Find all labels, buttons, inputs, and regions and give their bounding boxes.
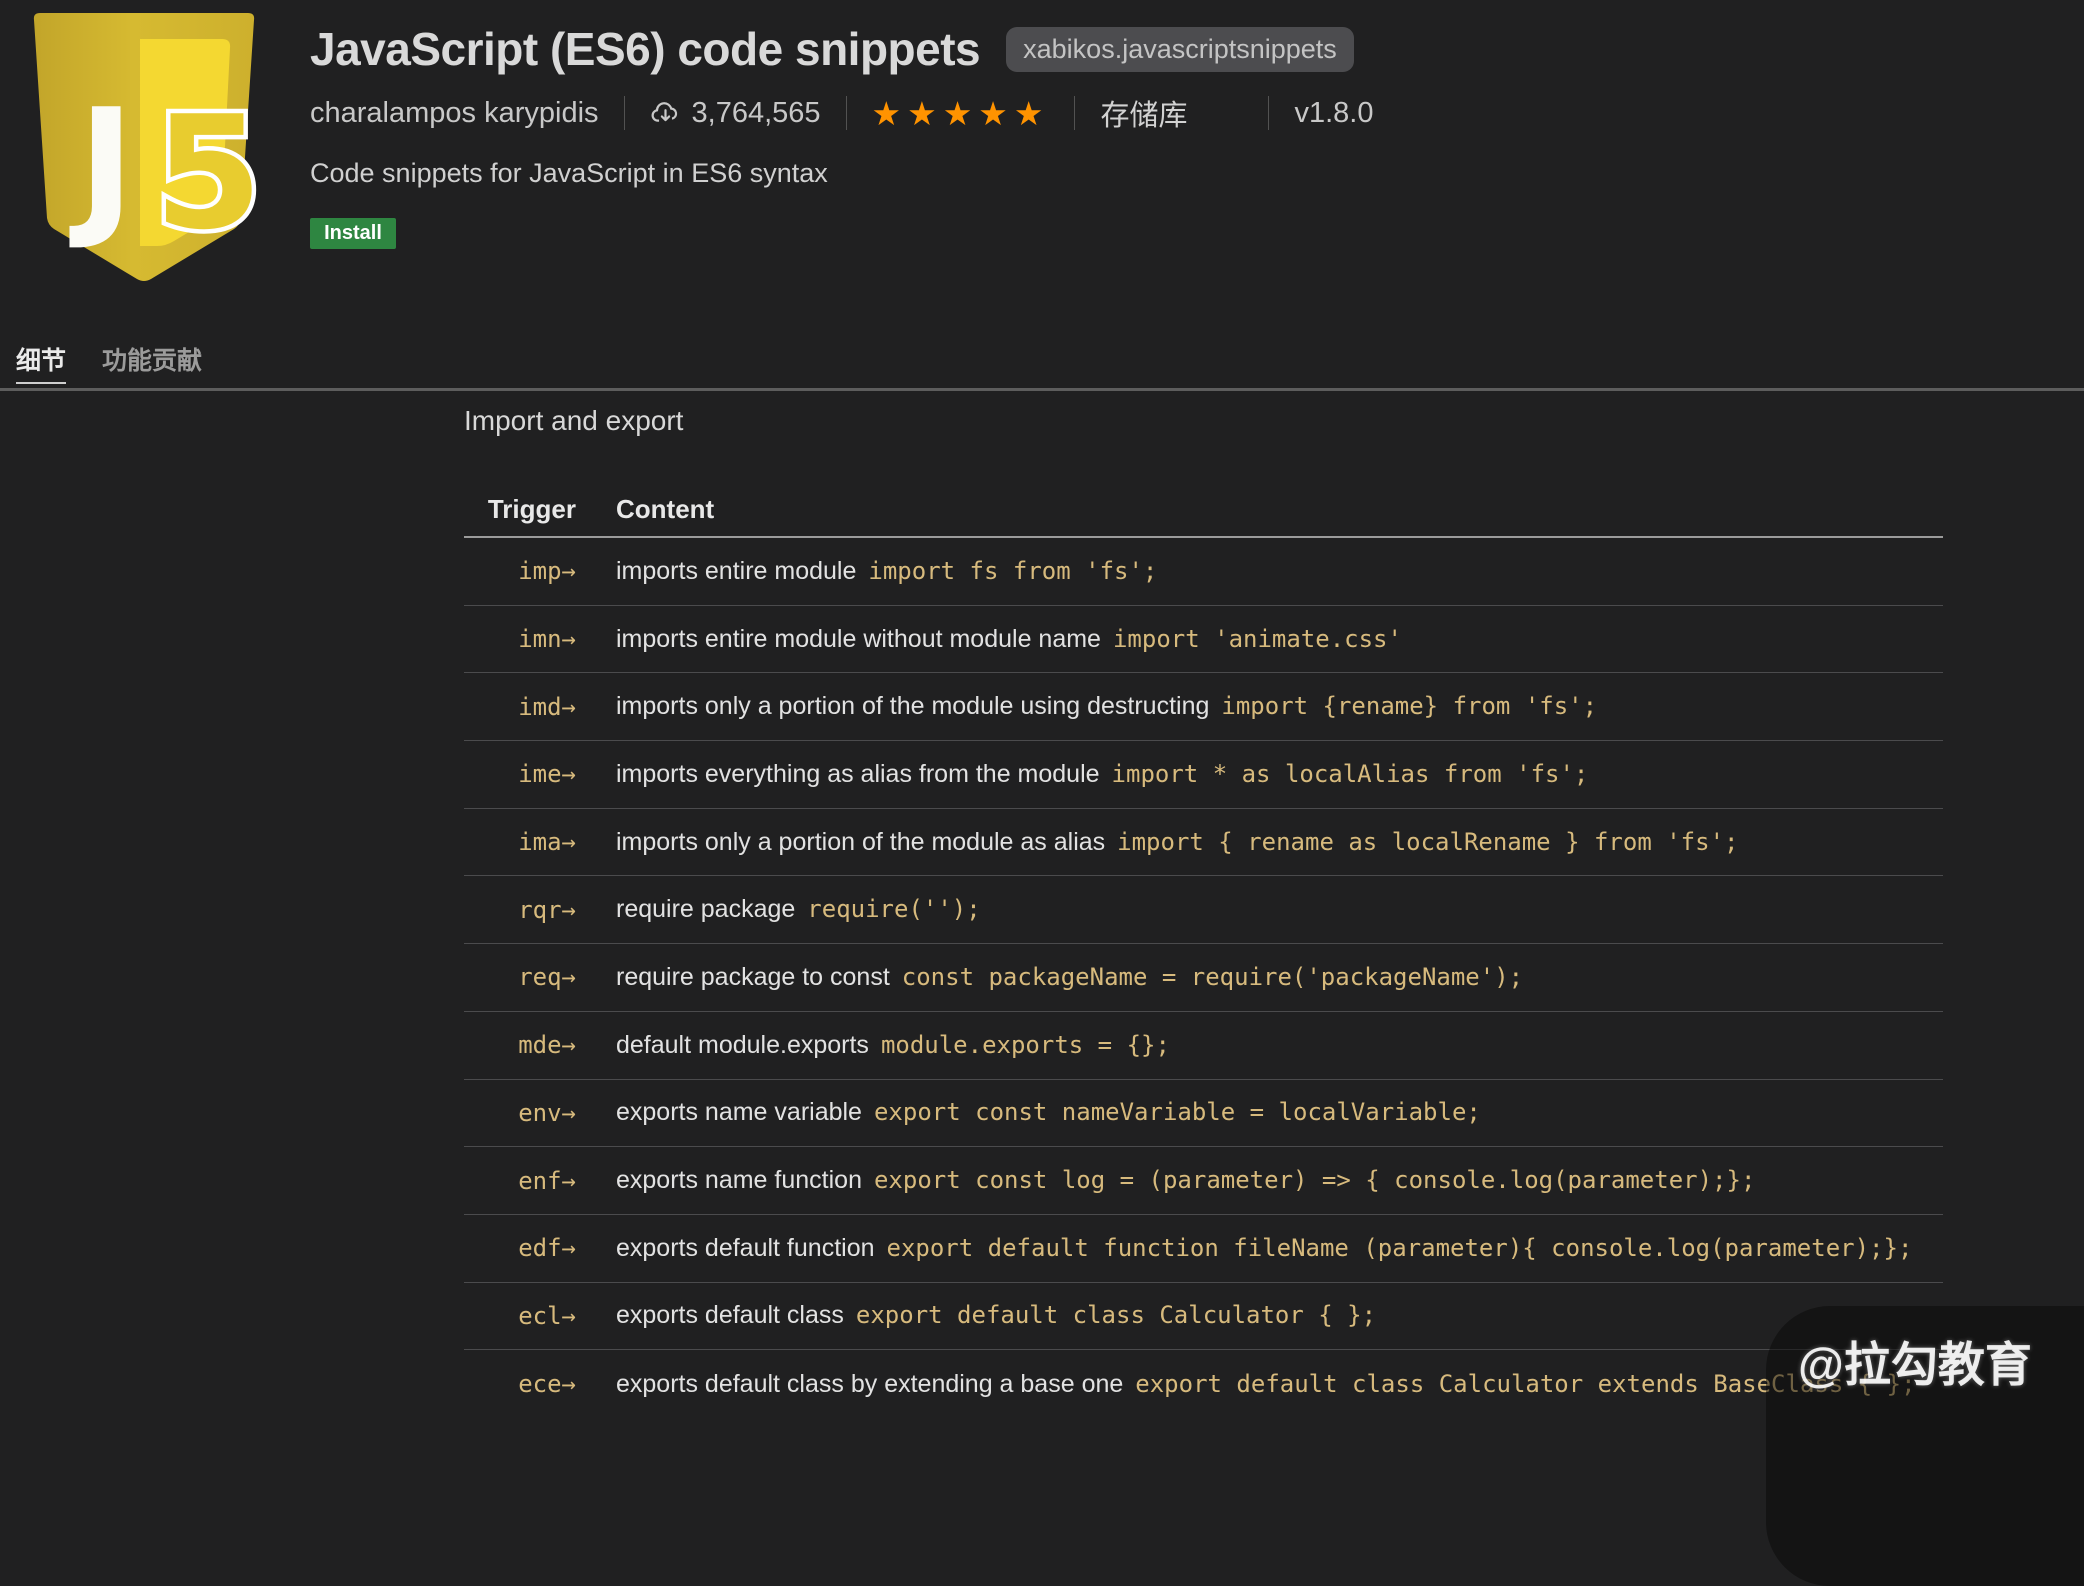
section-title: Import and export (464, 405, 684, 436)
row-trigger: mde→ (518, 1031, 576, 1060)
table-header-row: Trigger Content (464, 482, 1943, 538)
cloud-download-icon (651, 101, 677, 122)
row-trigger: ecl→ (518, 1301, 576, 1330)
row-trigger: imd→ (518, 692, 576, 721)
row-description: imports entire module (616, 556, 857, 585)
row-code: export default class Calculator { }; (855, 1301, 1377, 1330)
row-description: exports default function (616, 1233, 875, 1262)
row-description: require package (616, 895, 796, 924)
row-content: require package require(''); (616, 895, 981, 924)
column-header-content: Content (616, 493, 715, 524)
meta-separator (623, 96, 625, 130)
row-trigger: ima→ (518, 828, 576, 857)
row-trigger: imn→ (518, 625, 576, 654)
row-trigger: imp→ (518, 557, 576, 586)
table-row: imn→ imports entire module without modul… (464, 606, 1943, 674)
table-row: ime→ imports everything as alias from th… (464, 741, 1943, 809)
repository-link[interactable]: 存储库 (1100, 92, 1187, 134)
rating-stars[interactable]: ★★★★★ (872, 94, 1050, 133)
table-row: env→ exports name variable export const n… (464, 1080, 1943, 1148)
snippet-table-body: imp→ imports entire module import fs from… (464, 538, 1943, 1418)
tab-feature-contributions[interactable]: 功能贡献 (102, 341, 202, 384)
row-content: imports only a portion of the module as … (616, 828, 1738, 857)
extension-meta-row: charalampos karypidis 3,764,565 ★★★★★ 存储… (310, 92, 1373, 134)
row-code: export const nameVariable = localVariabl… (873, 1098, 1481, 1127)
table-row: ima→ imports only a portion of the modul… (464, 809, 1943, 877)
row-content: exports default class by extending a bas… (616, 1370, 1916, 1399)
row-description: exports default class (616, 1301, 844, 1330)
publisher-name[interactable]: charalampos karypidis (310, 97, 599, 130)
row-description: imports everything as alias from the mod… (616, 759, 1100, 788)
row-content: default module.exports module.exports = {… (616, 1031, 1170, 1060)
row-code: export default function fileName (parame… (886, 1233, 1913, 1262)
header-divider (0, 388, 2084, 391)
meta-separator (845, 96, 847, 130)
row-content: exports default class export default clas… (616, 1301, 1376, 1330)
row-trigger: ece→ (518, 1370, 576, 1399)
row-description: exports name function (616, 1166, 862, 1195)
table-row: ece→ exports default class by extending … (464, 1350, 1943, 1418)
meta-separator (1074, 96, 1076, 130)
row-description: default module.exports (616, 1030, 869, 1059)
meta-separator (1268, 96, 1270, 130)
version-label: v1.8.0 (1294, 96, 1374, 129)
row-trigger: enf→ (518, 1166, 576, 1195)
row-content: exports name variable export const nameVa… (616, 1098, 1481, 1127)
row-description: imports only a portion of the module as … (616, 827, 1106, 856)
install-count-value: 3,764,565 (691, 96, 821, 129)
table-row: ecl→ exports default class export default… (464, 1283, 1943, 1351)
row-code: import * as localAlias from 'fs'; (1111, 759, 1589, 788)
table-row: enf→ exports name function export const l… (464, 1147, 1943, 1215)
row-description: exports default class by extending a bas… (616, 1369, 1124, 1398)
row-code: import { rename as localRename } from 'f… (1117, 827, 1739, 856)
row-trigger: env→ (518, 1098, 576, 1127)
row-description: imports entire module without module nam… (616, 624, 1101, 653)
row-trigger: req→ (518, 963, 576, 992)
tab-details[interactable]: 细节 (16, 341, 67, 384)
row-code: require(''); (807, 895, 981, 924)
install-button[interactable]: Install (310, 218, 396, 249)
watermark-text: @拉勾教育 (1798, 1338, 2032, 1391)
row-content: exports default function export default f… (616, 1234, 1912, 1263)
install-count: 3,764,565 (650, 97, 821, 130)
details-section: Import and export Trigger Content imp→ i… (464, 404, 1943, 1418)
row-description: exports name variable (616, 1098, 862, 1127)
table-row: edf→ exports default function export defa… (464, 1215, 1943, 1283)
extension-title: JavaScript (ES6) code snippets (310, 23, 981, 75)
row-content: require package to const const packageNam… (616, 963, 1523, 992)
row-code: module.exports = {}; (880, 1030, 1170, 1059)
column-header-trigger: Trigger (487, 493, 576, 524)
row-trigger: rqr→ (518, 895, 576, 924)
extension-id-badge: xabikos.javascriptsnippets (1006, 26, 1354, 72)
row-content: imports entire module without module nam… (616, 625, 1402, 654)
row-description: require package to const (616, 962, 890, 991)
snippet-table: Trigger Content imp→ imports entire modu… (464, 482, 1943, 1418)
row-content: imports only a portion of the module usi… (616, 692, 1597, 721)
row-code: const packageName = require('packageName… (901, 962, 1524, 991)
row-content: exports name function export const log = … (616, 1166, 1755, 1195)
row-content: imports everything as alias from the mod… (616, 760, 1588, 789)
row-code: import 'animate.css' (1112, 624, 1402, 653)
table-row: req→ require package to const const packa… (464, 944, 1943, 1012)
row-description: imports only a portion of the module usi… (616, 692, 1210, 721)
row-code: import fs from 'fs'; (868, 556, 1158, 585)
svg-text:5: 5 (154, 82, 263, 264)
row-content: imports entire module import fs from 'fs'… (616, 557, 1157, 586)
table-row: imd→ imports only a portion of the modul… (464, 673, 1943, 742)
javascript-logo-icon: J 5 (33, 13, 267, 281)
table-row: imp→ imports entire module import fs from… (464, 538, 1943, 606)
row-trigger: edf→ (518, 1234, 576, 1263)
row-trigger: ime→ (518, 760, 576, 789)
row-code: export const log = (parameter) => { cons… (873, 1166, 1756, 1195)
svg-text:J: J (69, 76, 135, 253)
table-row: mde→ default module.exports module.export… (464, 1012, 1943, 1080)
table-row: rqr→ require package require(''); (464, 876, 1943, 945)
extension-description: Code snippets for JavaScript in ES6 synt… (310, 158, 828, 188)
row-code: import {rename} from 'fs'; (1221, 692, 1598, 721)
tab-bar: 细节 功能贡献 (16, 341, 202, 384)
